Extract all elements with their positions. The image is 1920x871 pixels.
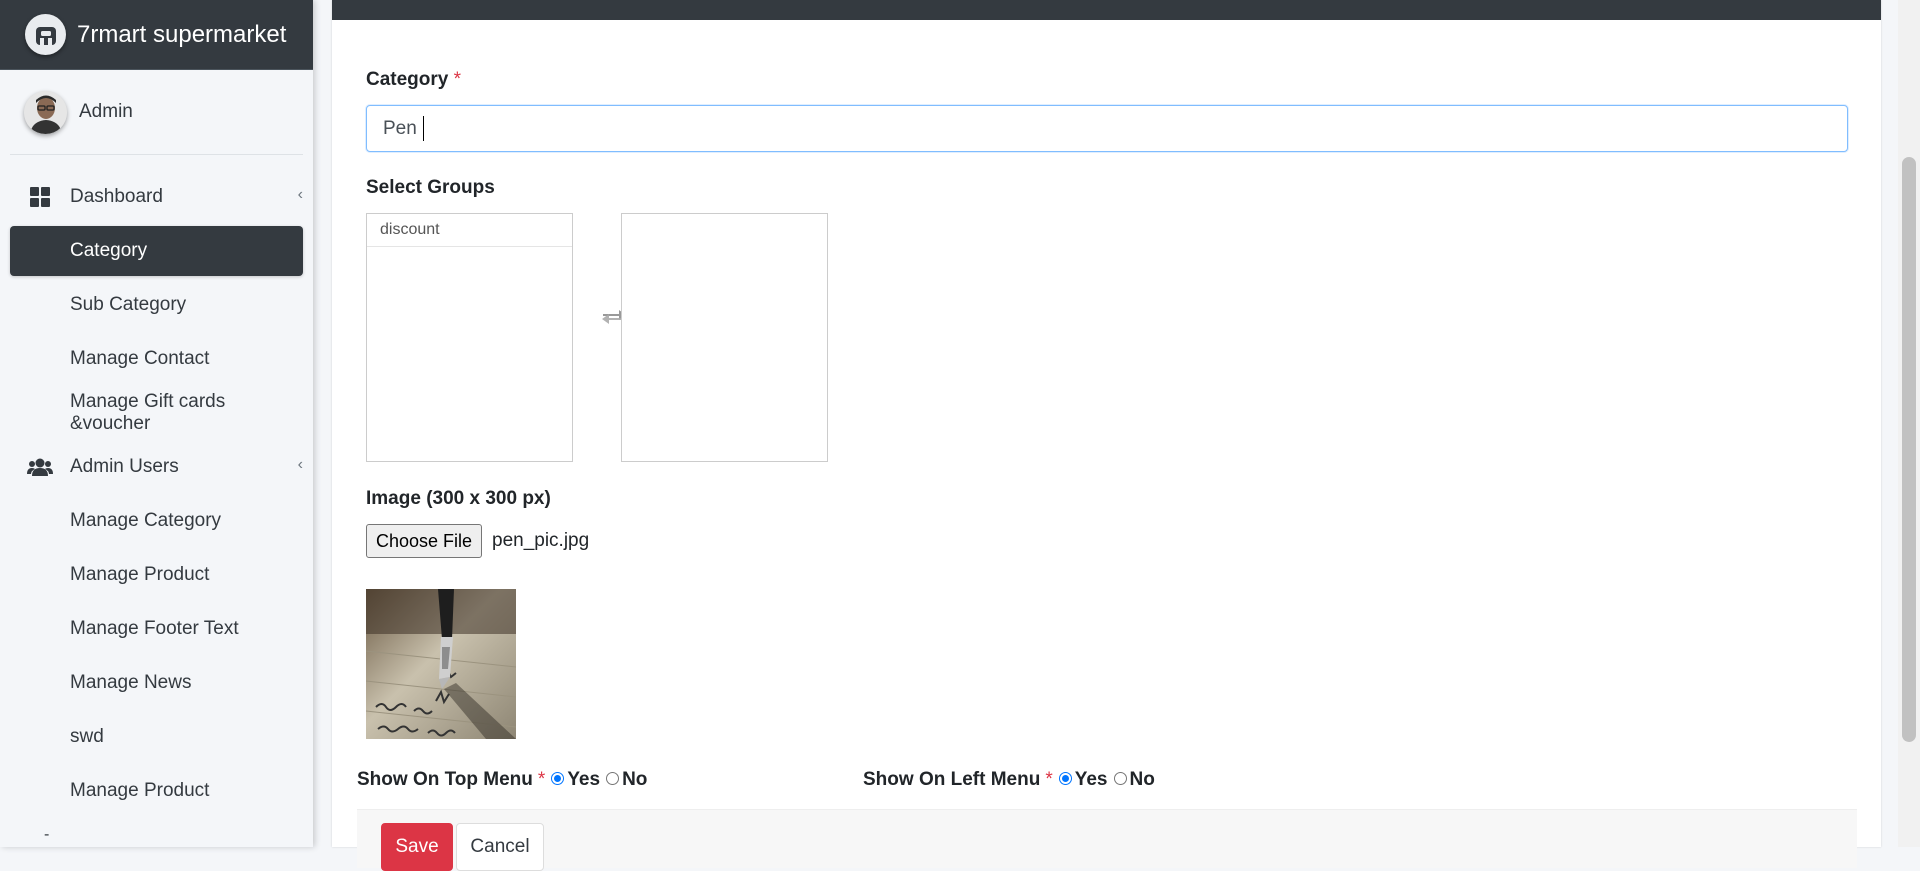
- top-menu-no-radio[interactable]: [606, 771, 620, 785]
- user-name: Admin: [79, 101, 133, 122]
- sidebar-item-manage-product[interactable]: Manage Product: [10, 550, 303, 600]
- left-menu-yes-label: Yes: [1074, 769, 1108, 790]
- category-form-card: Category * Select Groups discount Image …: [332, 0, 1881, 871]
- sidebar-item-label: Manage Contact: [70, 348, 210, 369]
- sidebar-item-dashboard[interactable]: Dashboard ‹: [10, 172, 303, 222]
- user-panel[interactable]: Admin: [10, 70, 303, 155]
- sidebar-item-gift-cards[interactable]: Manage Gift cards &voucher: [10, 388, 303, 438]
- sidebar-item-label: Admin Users: [70, 456, 179, 477]
- chevron-left-icon: ‹: [297, 456, 303, 473]
- sidebar-item-label: swd: [70, 726, 104, 747]
- card-header: [332, 0, 1881, 20]
- avatar: [24, 90, 67, 134]
- sidebar-item-manage-product-2[interactable]: Manage Product: [10, 766, 303, 816]
- top-menu-yes-label: Yes: [567, 769, 601, 790]
- text-cursor: [423, 116, 424, 141]
- page-scrollbar[interactable]: [1898, 0, 1920, 847]
- sidebar-nav: Dashboard ‹ Category Sub Category Manage…: [10, 172, 303, 820]
- left-menu-no-label: No: [1129, 769, 1155, 790]
- sidebar-item-label: Manage Gift cards &voucher: [70, 391, 226, 434]
- file-name: pen_pic.jpg: [492, 530, 590, 551]
- sidebar-item-label: Manage Category: [70, 510, 222, 531]
- required-mark: *: [537, 769, 546, 790]
- sidebar-item-sub-category[interactable]: Sub Category: [10, 280, 303, 330]
- top-menu-yes-radio[interactable]: [551, 771, 565, 785]
- save-button[interactable]: Save: [381, 823, 453, 871]
- left-menu-label: Show On Left Menu: [863, 769, 1041, 790]
- image-label: Image (300 x 300 px): [366, 488, 551, 509]
- group-option-discount[interactable]: discount: [367, 214, 572, 247]
- sidebar-item-manage-category[interactable]: Manage Category: [10, 496, 303, 546]
- sidebar-item-label: Sub Category: [70, 294, 187, 315]
- category-label-text: Category: [366, 69, 449, 90]
- selected-groups-list[interactable]: [621, 213, 828, 462]
- brand-link[interactable]: 7rmart supermarket: [0, 0, 313, 70]
- top-menu-row: Show On Top Menu * Yes No: [357, 769, 647, 791]
- sidebar-item-category[interactable]: Category: [10, 226, 303, 276]
- scrollbar-thumb[interactable]: [1902, 157, 1916, 742]
- adminlte-logo-icon: [25, 14, 66, 55]
- category-input[interactable]: [366, 105, 1848, 152]
- required-mark: *: [1045, 769, 1053, 790]
- sidebar-item-label: Manage Product: [70, 780, 210, 801]
- top-menu-no-label: No: [622, 769, 648, 790]
- required-mark: *: [453, 69, 462, 90]
- sidebar-item-manage-contact[interactable]: Manage Contact: [10, 334, 303, 384]
- sidebar-item-label: Manage News: [70, 672, 192, 693]
- cancel-button[interactable]: Cancel: [456, 823, 544, 871]
- sidebar: 7rmart supermarket Admin Dashboard ‹ Cat…: [0, 0, 313, 847]
- sidebar-item-label: Manage Product: [70, 564, 210, 585]
- available-groups-list[interactable]: discount: [366, 213, 573, 462]
- sidebar-item-swd[interactable]: swd: [10, 712, 303, 762]
- sidebar-item-truncated: -: [44, 826, 50, 843]
- chevron-left-icon: ‹: [297, 186, 303, 203]
- brand-name: 7rmart supermarket: [77, 20, 287, 48]
- top-menu-label: Show On Top Menu: [357, 769, 533, 790]
- select-groups-label: Select Groups: [366, 177, 495, 198]
- category-label: Category *: [366, 69, 461, 91]
- sidebar-item-label: Dashboard: [70, 186, 163, 207]
- left-menu-yes-radio[interactable]: [1058, 771, 1072, 785]
- main-content: Category * Select Groups discount Image …: [313, 0, 1898, 871]
- users-icon: [10, 457, 70, 477]
- choose-file-button[interactable]: Choose File: [366, 524, 482, 558]
- sidebar-item-manage-news[interactable]: Manage News: [10, 658, 303, 708]
- dashboard-icon: [10, 187, 70, 207]
- sidebar-item-admin-users[interactable]: Admin Users ‹: [10, 442, 303, 492]
- form-footer: Save Cancel: [357, 809, 1857, 871]
- sidebar-item-manage-footer-text[interactable]: Manage Footer Text: [10, 604, 303, 654]
- sidebar-item-label: Category: [70, 240, 148, 261]
- left-menu-no-radio[interactable]: [1113, 771, 1127, 785]
- left-menu-row: Show On Left Menu * Yes No: [863, 769, 1155, 791]
- sidebar-item-label: Manage Footer Text: [70, 618, 239, 639]
- image-preview: [366, 589, 516, 739]
